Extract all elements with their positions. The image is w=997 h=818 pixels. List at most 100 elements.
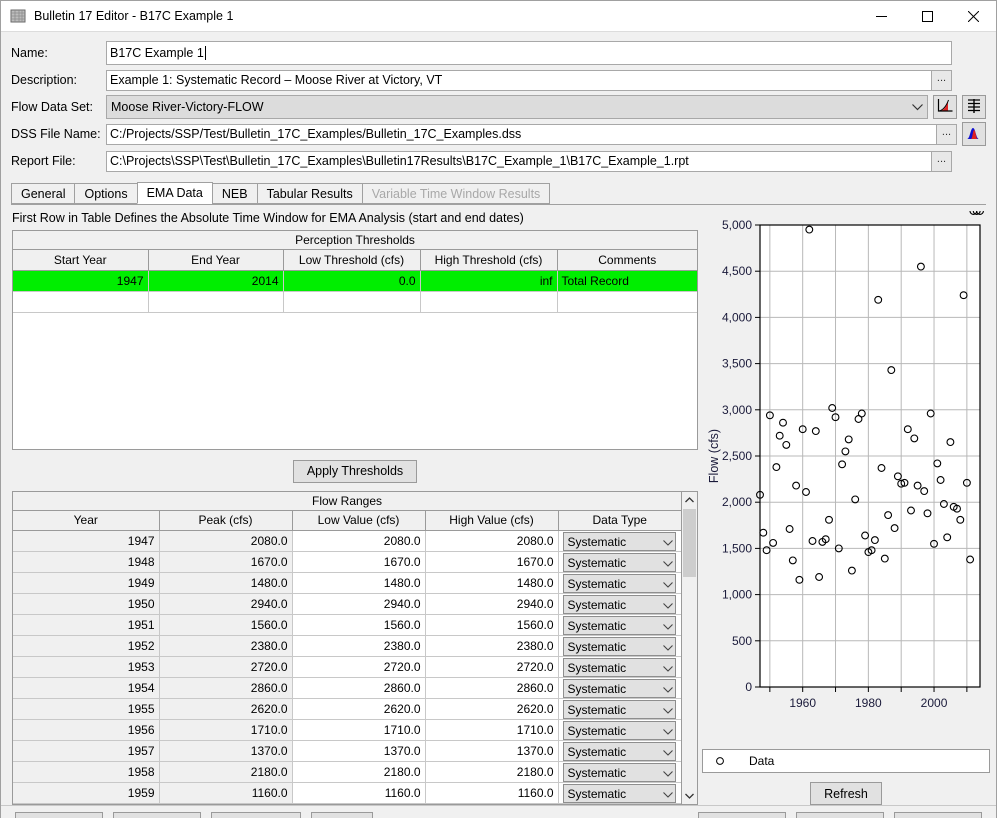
table-cell[interactable]: 1949 [13, 573, 159, 594]
table-row[interactable]: 19481670.01670.01670.0Systematic [13, 552, 681, 573]
plot-chart-icon-button[interactable] [933, 95, 957, 119]
data-type-cell[interactable]: Systematic [558, 636, 681, 657]
table-cell[interactable]: 2860.0 [425, 678, 558, 699]
table-cell[interactable]: 1950 [13, 594, 159, 615]
flow-ranges-scrollbar[interactable] [682, 491, 698, 806]
scrollbar-thumb[interactable] [683, 509, 696, 577]
column-header[interactable]: End Year [148, 250, 283, 270]
tab-ema-data[interactable]: EMA Data [137, 182, 213, 204]
table-cell[interactable]: 2620.0 [425, 699, 558, 720]
data-type-cell[interactable]: Systematic [558, 741, 681, 762]
chevron-down-icon[interactable] [663, 661, 673, 675]
apply-thresholds-button[interactable]: Apply Thresholds [293, 460, 417, 483]
table-row[interactable]: 19561710.01710.01710.0Systematic [13, 720, 681, 741]
table-cell[interactable]: 2620.0 [159, 699, 292, 720]
data-type-combobox[interactable]: Systematic [563, 553, 677, 572]
table-cell[interactable]: 1160.0 [159, 783, 292, 804]
data-type-combobox[interactable]: Systematic [563, 532, 677, 551]
chevron-down-icon[interactable] [663, 724, 673, 738]
table-cell[interactable]: 1710.0 [425, 720, 558, 741]
table-row[interactable]: 19522380.02380.02380.0Systematic [13, 636, 681, 657]
table-cell[interactable]: 2080.0 [159, 531, 292, 552]
table-cell[interactable]: 1560.0 [159, 615, 292, 636]
ok-button[interactable]: OK [698, 812, 786, 818]
table-icon-button[interactable] [962, 95, 986, 119]
description-browse-button[interactable]: ... [932, 70, 952, 91]
data-type-combobox[interactable]: Systematic [563, 679, 677, 698]
table-cell[interactable] [283, 291, 420, 312]
data-type-cell[interactable]: Systematic [558, 531, 681, 552]
chevron-down-icon[interactable] [663, 640, 673, 654]
table-cell[interactable]: 1953 [13, 657, 159, 678]
data-type-combobox[interactable]: Systematic [563, 595, 677, 614]
compute-button[interactable]: Compute [15, 812, 103, 818]
table-cell[interactable]: 1160.0 [292, 783, 425, 804]
table-cell[interactable]: 1956 [13, 720, 159, 741]
table-cell[interactable]: 2860.0 [159, 678, 292, 699]
column-header[interactable]: High Threshold (cfs) [420, 250, 557, 270]
table-cell[interactable]: 1670.0 [159, 552, 292, 573]
minimize-button[interactable] [858, 1, 904, 32]
table-row[interactable] [13, 291, 697, 312]
data-type-cell[interactable]: Systematic [558, 678, 681, 699]
column-header[interactable]: Comments [557, 250, 697, 270]
data-type-combobox[interactable]: Systematic [563, 637, 677, 656]
table-cell[interactable]: 2080.0 [425, 531, 558, 552]
table-row[interactable]: 19542860.02860.02860.0Systematic [13, 678, 681, 699]
table-cell[interactable] [13, 291, 148, 312]
table-cell[interactable]: 1710.0 [159, 720, 292, 741]
column-header[interactable]: High Value (cfs) [425, 511, 558, 531]
data-type-combobox[interactable]: Systematic [563, 574, 677, 593]
chevron-down-icon[interactable] [663, 535, 673, 549]
table-cell[interactable]: 2860.0 [292, 678, 425, 699]
table-cell[interactable]: 2940.0 [159, 594, 292, 615]
table-cell[interactable]: 1370.0 [425, 741, 558, 762]
description-input[interactable]: Example 1: Systematic Record – Moose Riv… [106, 70, 932, 91]
column-header[interactable]: Start Year [13, 250, 148, 270]
table-cell[interactable]: 1947 [13, 270, 148, 291]
data-type-cell[interactable]: Systematic [558, 699, 681, 720]
table-cell[interactable] [148, 291, 283, 312]
table-row[interactable]: 19491480.01480.01480.0Systematic [13, 573, 681, 594]
chevron-down-icon[interactable] [907, 96, 927, 118]
table-cell[interactable]: 2380.0 [159, 636, 292, 657]
chevron-down-icon[interactable] [663, 598, 673, 612]
column-header[interactable]: Year [13, 511, 159, 531]
data-type-cell[interactable]: Systematic [558, 552, 681, 573]
table-cell[interactable]: 2940.0 [292, 594, 425, 615]
table-cell[interactable]: 1370.0 [292, 741, 425, 762]
name-input[interactable]: B17C Example 1 [106, 41, 952, 65]
chevron-down-icon[interactable] [663, 766, 673, 780]
data-type-combobox[interactable]: Systematic [563, 742, 677, 761]
table-cell[interactable]: 2014 [148, 270, 283, 291]
table-cell[interactable]: 1710.0 [292, 720, 425, 741]
table-cell[interactable] [420, 291, 557, 312]
scroll-up-arrow-icon[interactable] [682, 492, 698, 508]
table-cell[interactable]: 2720.0 [292, 657, 425, 678]
table-cell[interactable]: 1370.0 [159, 741, 292, 762]
table-cell[interactable]: 2080.0 [292, 531, 425, 552]
table-cell[interactable]: 1947 [13, 531, 159, 552]
data-type-combobox[interactable]: Systematic [563, 721, 677, 740]
report-file-input[interactable]: C:\Projects\SSP\Test\Bulletin_17C_Exampl… [106, 151, 932, 172]
perception-empty-area[interactable] [13, 313, 697, 449]
table-cell[interactable]: 1480.0 [159, 573, 292, 594]
table-cell[interactable]: 2380.0 [292, 636, 425, 657]
data-type-combobox[interactable]: Systematic [563, 763, 677, 782]
report-file-browse-button[interactable]: ... [932, 151, 952, 172]
table-cell[interactable]: 1560.0 [425, 615, 558, 636]
table-cell[interactable]: 1951 [13, 615, 159, 636]
table-cell[interactable]: 1948 [13, 552, 159, 573]
chevron-down-icon[interactable] [663, 556, 673, 570]
data-type-cell[interactable]: Systematic [558, 657, 681, 678]
data-type-combobox[interactable]: Systematic [563, 784, 677, 803]
table-cell[interactable]: 1954 [13, 678, 159, 699]
data-type-cell[interactable]: Systematic [558, 573, 681, 594]
data-type-combobox[interactable]: Systematic [563, 616, 677, 635]
dss-file-input[interactable]: C:/Projects/SSP/Test/Bulletin_17C_Exampl… [106, 124, 937, 145]
data-type-cell[interactable]: Systematic [558, 720, 681, 741]
table-cell[interactable]: Total Record [557, 270, 697, 291]
table-cell[interactable]: 1670.0 [292, 552, 425, 573]
table-cell[interactable]: 2940.0 [425, 594, 558, 615]
table-cell[interactable]: 1480.0 [292, 573, 425, 594]
